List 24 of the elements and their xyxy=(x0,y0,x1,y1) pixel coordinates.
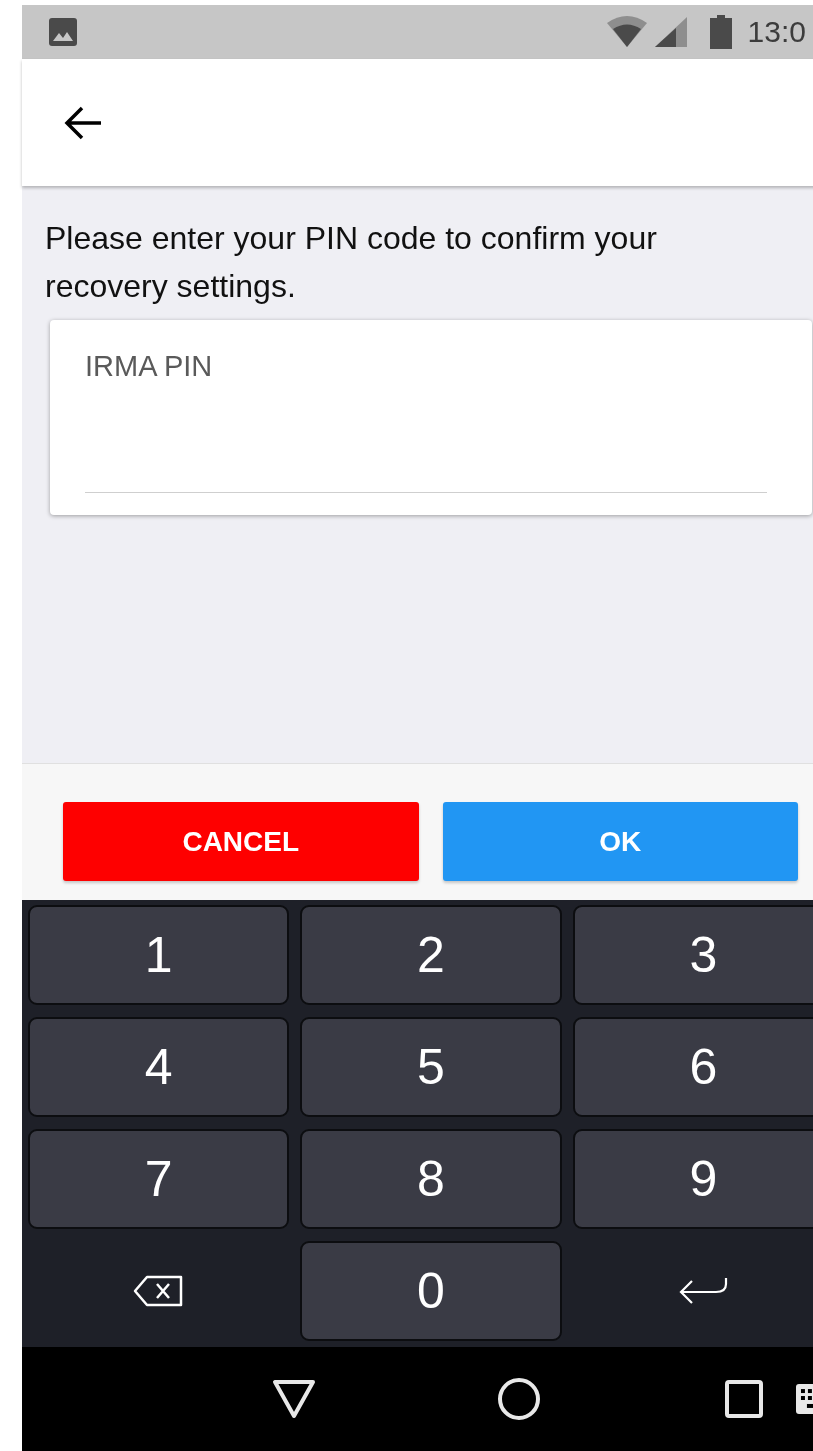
digit-key[interactable]: 8 xyxy=(300,1129,562,1229)
battery-icon xyxy=(709,15,732,49)
home-nav-icon[interactable] xyxy=(497,1377,542,1421)
digit-key[interactable]: 5 xyxy=(300,1017,562,1117)
image-icon xyxy=(48,17,78,47)
digit-key[interactable]: 6 xyxy=(572,1017,813,1117)
digit-key[interactable]: 3 xyxy=(572,905,813,1005)
digit-key[interactable]: 1 xyxy=(28,905,290,1005)
wifi-icon xyxy=(605,15,648,49)
pin-field[interactable]: IRMA PIN xyxy=(85,350,767,493)
back-nav-icon[interactable] xyxy=(272,1379,317,1419)
recents-nav-icon[interactable] xyxy=(724,1380,763,1418)
back-arrow-icon[interactable] xyxy=(64,105,102,140)
cancel-button[interactable]: CANCEL xyxy=(63,802,419,881)
digit-key[interactable]: 4 xyxy=(28,1017,290,1117)
status-time: 13:0 xyxy=(747,15,806,49)
digit-key[interactable]: 9 xyxy=(572,1129,813,1229)
digit-key[interactable]: 2 xyxy=(300,905,562,1005)
enter-icon xyxy=(678,1276,729,1306)
backspace-icon xyxy=(132,1275,185,1307)
signal-icon xyxy=(653,16,688,48)
digit-key[interactable]: 0 xyxy=(300,1241,562,1341)
digit-key[interactable]: 7 xyxy=(28,1129,290,1229)
instruction-text: Please enter your PIN code to confirm your recovery settings. xyxy=(45,219,658,306)
